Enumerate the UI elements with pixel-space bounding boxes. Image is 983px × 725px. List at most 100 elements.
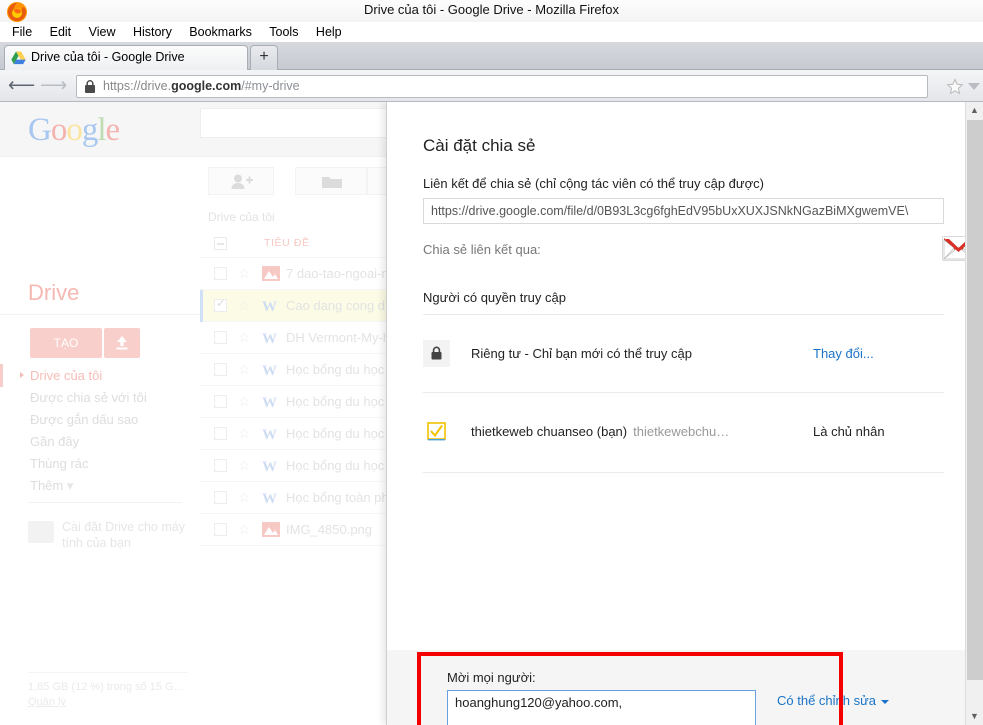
file-name[interactable]: Học bổng du học xyxy=(286,458,384,473)
add-person-icon xyxy=(231,174,253,189)
row-checkbox[interactable] xyxy=(214,427,227,440)
scroll-up-arrow-icon[interactable]: ▲ xyxy=(966,102,983,119)
svg-text:W: W xyxy=(262,395,277,410)
access-divider-3 xyxy=(423,472,944,473)
install-drive-promo[interactable]: Cài đặt Drive cho máy tính của bạn xyxy=(28,519,198,551)
breadcrumb[interactable]: Drive của tôi xyxy=(208,210,275,224)
sidebar-item-starred[interactable]: Được gắn dấu sao xyxy=(0,408,200,430)
new-tab-button[interactable]: + xyxy=(250,45,278,70)
firefox-window: Drive của tôi - Google Drive - Mozilla F… xyxy=(0,0,983,725)
row-checkbox[interactable] xyxy=(214,491,227,504)
permission-dropdown[interactable]: Có thể chỉnh sửa xyxy=(777,693,890,708)
invite-people-label: Mời mọi người: xyxy=(447,670,536,685)
file-name[interactable]: Cao dang cong d xyxy=(286,298,385,313)
chevron-down-icon xyxy=(881,699,890,704)
document-icon: W xyxy=(262,425,280,443)
forward-arrow-icon[interactable]: ⟶ xyxy=(40,76,67,96)
sidebar-item-label: Drive của tôi xyxy=(30,368,103,383)
row-checkbox[interactable] xyxy=(214,523,227,536)
owner-name: thietkeweb chuanseo (bạn) thietkewebchu… xyxy=(471,424,729,439)
change-access-link[interactable]: Thay đổi... xyxy=(813,346,874,361)
chevron-down-icon[interactable] xyxy=(968,83,980,91)
page-viewport: Google Drive TẠO Drive của tôi Được chia… xyxy=(0,102,983,725)
navigation-toolbar: ⟵ ⟶ https://drive.google.com/#my-drive xyxy=(0,70,983,102)
star-icon[interactable]: ☆ xyxy=(238,393,251,410)
sidebar-item-label: Thêm xyxy=(30,478,64,493)
create-button[interactable]: TẠO xyxy=(30,328,102,358)
sidebar-item-my-drive[interactable]: Drive của tôi xyxy=(0,364,200,387)
star-icon[interactable]: ☆ xyxy=(238,361,251,378)
new-folder-toolbar-button[interactable] xyxy=(295,167,367,195)
column-header-title[interactable]: TIÊU ĐỀ xyxy=(264,237,310,249)
menu-bookmarks[interactable]: Bookmarks xyxy=(183,22,259,42)
select-all-checkbox[interactable] xyxy=(214,237,227,250)
file-name[interactable]: Học bổng toàn ph xyxy=(286,490,389,505)
star-icon[interactable]: ☆ xyxy=(238,265,251,282)
bookmark-star-icon[interactable] xyxy=(946,78,964,96)
desktop-drive-icon xyxy=(28,521,54,543)
row-checkbox[interactable] xyxy=(214,296,227,312)
image-icon xyxy=(262,521,280,538)
star-icon[interactable]: ☆ xyxy=(238,297,251,314)
expand-caret-icon[interactable] xyxy=(20,372,24,378)
row-checkbox[interactable] xyxy=(214,363,227,376)
drive-product-name: Drive xyxy=(28,280,80,305)
share-link-label: Liên kết để chia sẻ (chỉ cộng tác viên c… xyxy=(423,176,764,191)
file-name[interactable]: Học bổng du học xyxy=(286,362,384,377)
file-name[interactable]: DH Vermont-My-h xyxy=(286,330,390,345)
menu-view[interactable]: View xyxy=(83,22,123,42)
document-icon: W xyxy=(262,361,280,379)
document-icon: W xyxy=(262,297,280,315)
file-name[interactable]: 7 dao-tao-ngoai-n xyxy=(286,266,389,281)
svg-text:W: W xyxy=(262,299,277,314)
sidebar-item-shared-with-me[interactable]: Được chia sẻ với tôi xyxy=(0,386,200,408)
window-titlebar: Drive của tôi - Google Drive - Mozilla F… xyxy=(0,0,983,24)
sidebar-item-recent[interactable]: Gần đây xyxy=(0,430,200,452)
browser-tab-label: Drive của tôi - Google Drive xyxy=(31,50,185,64)
share-toolbar-button[interactable] xyxy=(208,167,274,195)
svg-text:W: W xyxy=(262,331,277,346)
file-name[interactable]: Học bổng du học xyxy=(286,426,384,441)
star-icon[interactable]: ☆ xyxy=(238,521,251,538)
share-link-input[interactable]: https://drive.google.com/file/d/0B93L3cg… xyxy=(423,198,944,224)
sidebar-item-more[interactable]: Thêm ▾ xyxy=(0,474,200,496)
row-checkbox[interactable] xyxy=(214,395,227,408)
document-icon: W xyxy=(262,489,280,507)
owner-check-icon xyxy=(423,418,450,445)
page-scrollbar[interactable]: ▲ ▼ xyxy=(965,102,983,725)
star-icon[interactable]: ☆ xyxy=(238,457,251,474)
url-path: /#my-drive xyxy=(241,79,300,93)
scrollbar-thumb[interactable] xyxy=(967,120,983,680)
storage-manage-link[interactable]: Quản lý xyxy=(28,695,228,710)
menu-bar: File Edit View History Bookmarks Tools H… xyxy=(0,22,983,42)
file-name[interactable]: IMG_4850.png xyxy=(286,522,372,537)
menu-help[interactable]: Help xyxy=(310,22,349,42)
star-icon[interactable]: ☆ xyxy=(238,329,251,346)
share-settings-dialog: Cài đặt chia sẻ Liên kết để chia sẻ (chỉ… xyxy=(386,102,965,725)
sidebar-item-trash[interactable]: Thùng rác xyxy=(0,452,200,474)
tab-strip: Drive của tôi - Google Drive + xyxy=(0,42,983,70)
star-icon[interactable]: ☆ xyxy=(238,425,251,442)
upload-button[interactable] xyxy=(104,328,140,358)
image-icon xyxy=(262,265,280,282)
star-icon[interactable]: ☆ xyxy=(238,489,251,506)
storage-separator xyxy=(28,672,188,673)
menu-file[interactable]: File xyxy=(6,22,39,42)
permission-dropdown-label: Có thể chỉnh sửa xyxy=(777,693,877,708)
file-name[interactable]: Học bổng du học xyxy=(286,394,384,409)
back-arrow-icon[interactable]: ⟵ xyxy=(8,76,35,96)
menu-tools[interactable]: Tools xyxy=(263,22,305,42)
scroll-down-arrow-icon[interactable]: ▼ xyxy=(966,708,983,725)
browser-tab-drive[interactable]: Drive của tôi - Google Drive xyxy=(4,45,248,70)
row-checkbox[interactable] xyxy=(214,459,227,472)
menu-edit[interactable]: Edit xyxy=(44,22,79,42)
row-checkbox[interactable] xyxy=(214,331,227,344)
window-title: Drive của tôi - Google Drive - Mozilla F… xyxy=(363,2,620,17)
address-bar[interactable]: https://drive.google.com/#my-drive xyxy=(76,75,928,98)
invite-email-input[interactable]: hoanghung120@yahoo.com, xyxy=(447,690,756,725)
gmail-icon[interactable] xyxy=(942,232,965,265)
menu-history[interactable]: History xyxy=(127,22,179,42)
row-checkbox[interactable] xyxy=(214,267,227,280)
lock-icon xyxy=(85,80,95,93)
sidebar-item-label: Được chia sẻ với tôi xyxy=(30,390,147,405)
